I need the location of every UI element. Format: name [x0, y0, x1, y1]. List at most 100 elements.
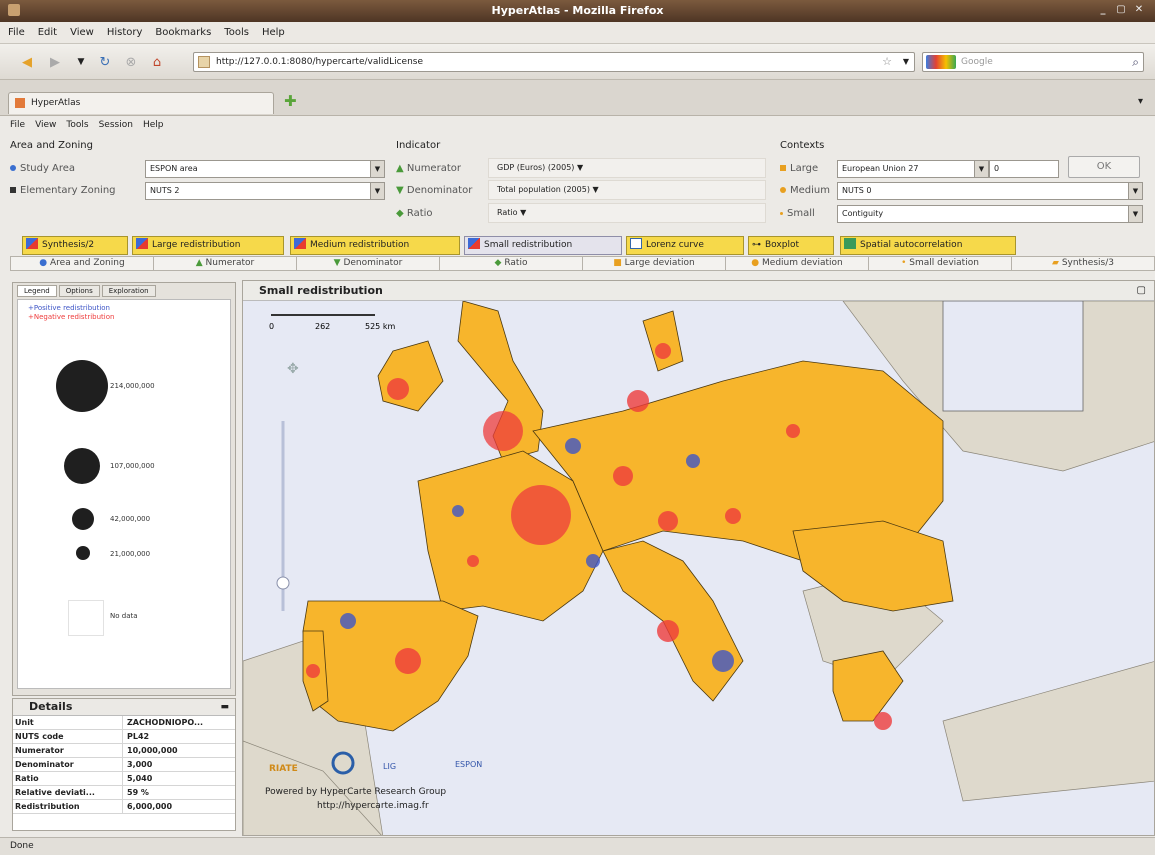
- menu-help[interactable]: Help: [262, 27, 285, 38]
- app-menu-help[interactable]: Help: [143, 120, 164, 130]
- tab-legend[interactable]: Legend: [17, 285, 57, 297]
- map-bubble[interactable]: [686, 454, 700, 468]
- tab-exploration[interactable]: Exploration: [101, 285, 156, 297]
- map-bubble[interactable]: [627, 390, 649, 412]
- subtab-synthesis-3[interactable]: ▰ Synthesis/3: [1012, 256, 1155, 271]
- large-context-label: Large: [780, 163, 818, 174]
- map-bubble[interactable]: [725, 508, 741, 524]
- legend-value-3: 42,000,000: [110, 515, 151, 523]
- map-bubble[interactable]: [483, 411, 523, 451]
- tab-large-redistribution[interactable]: Large redistribution: [132, 236, 284, 255]
- map-panel: Small redistribution ▢ ✥ 0 262 525 km RI…: [242, 280, 1155, 836]
- search-engine-icon[interactable]: [926, 55, 956, 69]
- url-dropdown-icon[interactable]: ▼: [903, 53, 909, 71]
- address-bar[interactable]: http://127.0.0.1:8080/hypercarte/validLi…: [193, 52, 915, 72]
- large-context-icon: [780, 165, 786, 171]
- ireland-region: [377, 340, 444, 412]
- status-text: Done: [10, 841, 34, 851]
- home-icon[interactable]: ⌂: [148, 54, 166, 72]
- chevron-down-icon[interactable]: ▼: [1128, 183, 1142, 199]
- menu-bookmarks[interactable]: Bookmarks: [155, 27, 211, 38]
- new-tab-icon[interactable]: ✚: [284, 92, 297, 110]
- app-menu-file[interactable]: File: [10, 120, 25, 130]
- study-area-select[interactable]: ESPON area ▼: [145, 160, 385, 178]
- menu-view[interactable]: View: [70, 27, 94, 38]
- app-menu-view[interactable]: View: [35, 120, 56, 130]
- chevron-down-icon[interactable]: ▼: [1128, 206, 1142, 222]
- hyperatlas-app: File View Tools Session Help Area and Zo…: [0, 116, 1155, 837]
- map-bubble[interactable]: [657, 620, 679, 642]
- minimize-icon[interactable]: ▬: [220, 699, 229, 715]
- ratio-label: ◆ Ratio: [396, 208, 433, 219]
- denominator-select[interactable]: Total population (2005) ▼: [488, 180, 766, 200]
- app-menu-tools[interactable]: Tools: [66, 120, 88, 130]
- maximize-icon[interactable]: ▢: [1137, 281, 1146, 300]
- medium-context-select[interactable]: NUTS 0 ▼: [837, 182, 1143, 200]
- map-bubble[interactable]: [467, 555, 479, 567]
- history-dropdown-icon[interactable]: ▼: [72, 54, 90, 72]
- subtab-ratio[interactable]: ◆ Ratio: [440, 256, 583, 271]
- large-context-select[interactable]: European Union 27 ▼: [837, 160, 989, 178]
- tab-boxplot[interactable]: ⊶ Boxplot: [748, 236, 834, 255]
- tab-spatial-autocorrelation[interactable]: Spatial autocorrelation: [840, 236, 1016, 255]
- app-menu-session[interactable]: Session: [99, 120, 133, 130]
- menu-edit[interactable]: Edit: [38, 27, 57, 38]
- zoom-handle[interactable]: [276, 576, 290, 590]
- maximize-button[interactable]: ▢: [1113, 3, 1129, 18]
- map-bubble[interactable]: [565, 438, 581, 454]
- ok-button[interactable]: OK: [1068, 156, 1140, 178]
- reload-icon[interactable]: ↻: [96, 54, 114, 72]
- search-box[interactable]: Google ⌕: [922, 52, 1144, 72]
- tab-synthesis-2[interactable]: Synthesis/2: [22, 236, 128, 255]
- chevron-down-icon[interactable]: ▼: [974, 161, 988, 177]
- table-row: Numerator 10,000,000: [13, 744, 235, 758]
- subtab-denominator[interactable]: ▼ Denominator: [297, 256, 440, 271]
- map-bubble[interactable]: [511, 485, 571, 545]
- close-button[interactable]: ✕: [1131, 3, 1147, 18]
- menu-tools[interactable]: Tools: [224, 27, 249, 38]
- tab-hyperatlas[interactable]: HyperAtlas: [8, 92, 274, 114]
- subtab-large-deviation[interactable]: ■ Large deviation: [583, 256, 726, 271]
- bookmark-star-icon[interactable]: ☆: [882, 53, 892, 71]
- map-bubble[interactable]: [306, 664, 320, 678]
- pan-control-icon[interactable]: ✥: [287, 361, 299, 377]
- map-bubble[interactable]: [874, 712, 892, 730]
- ratio-select[interactable]: Ratio ▼: [488, 203, 766, 223]
- europe-map[interactable]: ✥ 0 262 525 km RIATE LIG ESPON: [243, 301, 1155, 836]
- menu-history[interactable]: History: [107, 27, 143, 38]
- menu-file[interactable]: File: [8, 27, 25, 38]
- map-bubble[interactable]: [340, 613, 356, 629]
- map-bubble[interactable]: [395, 648, 421, 674]
- subtab-numerator[interactable]: ▲ Numerator: [154, 256, 297, 271]
- map-bubble[interactable]: [586, 554, 600, 568]
- stop-icon[interactable]: ⊗: [122, 54, 140, 72]
- map-bubble[interactable]: [452, 505, 464, 517]
- tab-medium-redistribution[interactable]: Medium redistribution: [290, 236, 460, 255]
- study-area-label: Study Area: [10, 163, 75, 174]
- chevron-down-icon[interactable]: ▼: [370, 161, 384, 177]
- map-bubble[interactable]: [786, 424, 800, 438]
- tab-lorenz-curve[interactable]: Lorenz curve: [626, 236, 744, 255]
- tab-list-chevron-icon[interactable]: ▾: [1138, 96, 1143, 107]
- chevron-down-icon[interactable]: ▼: [370, 183, 384, 199]
- map-bubble[interactable]: [658, 511, 678, 531]
- forward-icon[interactable]: ▶: [46, 54, 64, 72]
- map-bubble[interactable]: [387, 378, 409, 400]
- small-context-select[interactable]: Contiguity ▼: [837, 205, 1143, 223]
- subtab-medium-deviation[interactable]: ● Medium deviation: [726, 256, 869, 271]
- tab-small-redistribution[interactable]: Small redistribution: [464, 236, 622, 255]
- tab-options[interactable]: Options: [58, 285, 100, 297]
- map-bubble[interactable]: [613, 466, 633, 486]
- search-placeholder: Google: [961, 57, 993, 67]
- large-context-param[interactable]: 0: [989, 160, 1059, 178]
- subtab-area-zoning[interactable]: ● Area and Zoning: [10, 256, 154, 271]
- back-icon[interactable]: ◀: [18, 54, 36, 72]
- minimize-button[interactable]: _: [1095, 3, 1111, 18]
- numerator-select[interactable]: GDP (Euros) (2005) ▼: [488, 158, 766, 178]
- subtab-small-deviation[interactable]: • Small deviation: [869, 256, 1012, 271]
- map-bubble[interactable]: [655, 343, 671, 359]
- search-icon[interactable]: ⌕: [1132, 53, 1139, 71]
- elementary-zoning-select[interactable]: NUTS 2 ▼: [145, 182, 385, 200]
- credit-line-2[interactable]: http://hypercarte.imag.fr: [317, 801, 429, 811]
- map-bubble[interactable]: [712, 650, 734, 672]
